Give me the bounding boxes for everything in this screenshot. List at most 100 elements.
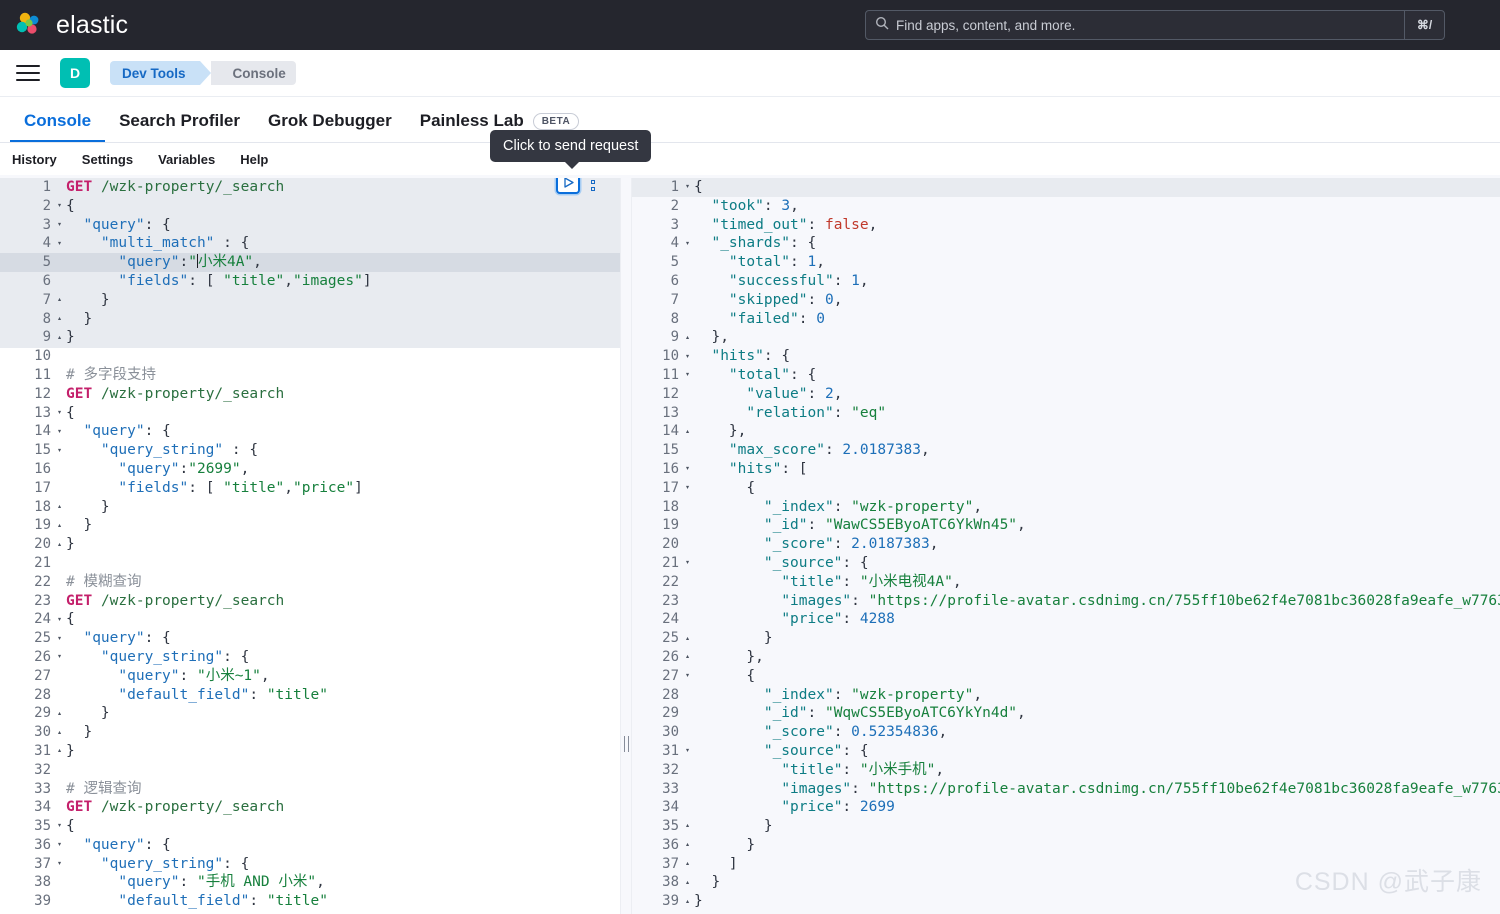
code-line[interactable]: 33 "images": "https://profile-avatar.csd…: [632, 780, 1500, 799]
code-line[interactable]: 10 "hits": {: [632, 347, 1500, 366]
fold-close-icon[interactable]: [685, 892, 690, 911]
code-line[interactable]: 35 }: [632, 817, 1500, 836]
code-line[interactable]: 22 # 模糊查询: [0, 573, 620, 592]
code-line[interactable]: 4 "_shards": {: [632, 234, 1500, 253]
code-line[interactable]: 39 "default_field": "title": [0, 892, 620, 911]
code-line[interactable]: 13 "relation": "eq": [632, 404, 1500, 423]
code-line[interactable]: 19 "_id": "WawCS5EByoATC6YkWn45",: [632, 516, 1500, 535]
fold-open-icon[interactable]: [685, 667, 690, 686]
code-line[interactable]: 2{: [0, 197, 620, 216]
fold-close-icon[interactable]: [57, 723, 62, 742]
request-code[interactable]: 1 GET /wzk-property/_search 2{3 "query": {…: [0, 178, 620, 911]
code-line[interactable]: 26 },: [632, 648, 1500, 667]
code-line[interactable]: 6 "successful": 1,: [632, 272, 1500, 291]
fold-open-icon[interactable]: [685, 742, 690, 761]
tab-grok-debugger[interactable]: Grok Debugger: [254, 111, 406, 142]
code-line[interactable]: 36 }: [632, 836, 1500, 855]
tab-search-profiler[interactable]: Search Profiler: [105, 111, 254, 142]
fold-close-icon[interactable]: [685, 422, 690, 441]
fold-close-icon[interactable]: [685, 817, 690, 836]
code-line[interactable]: 25 }: [632, 629, 1500, 648]
fold-open-icon[interactable]: [57, 817, 62, 836]
fold-open-icon[interactable]: [57, 404, 62, 423]
fold-open-icon[interactable]: [57, 216, 62, 235]
fold-open-icon[interactable]: [57, 836, 62, 855]
code-line[interactable]: 23 "images": "https://profile-avatar.csd…: [632, 592, 1500, 611]
fold-close-icon[interactable]: [57, 498, 62, 517]
code-line[interactable]: 17 "fields": [ "title","price"]: [0, 479, 620, 498]
code-line[interactable]: 1 GET /wzk-property/_search: [0, 178, 620, 197]
fold-open-icon[interactable]: [57, 234, 62, 253]
tab-console[interactable]: Console: [10, 111, 106, 142]
code-line[interactable]: 12 GET /wzk-property/_search: [0, 385, 620, 404]
code-line[interactable]: 8 }: [0, 310, 620, 329]
fold-open-icon[interactable]: [57, 629, 62, 648]
code-line[interactable]: 28 "default_field": "title": [0, 686, 620, 705]
code-line[interactable]: 10: [0, 347, 620, 366]
code-line[interactable]: 15 "max_score": 2.0187383,: [632, 441, 1500, 460]
code-line[interactable]: 37 "query_string": {: [0, 855, 620, 874]
fold-open-icon[interactable]: [685, 479, 690, 498]
fold-close-icon[interactable]: [57, 328, 62, 347]
code-line[interactable]: 25 "query": {: [0, 629, 620, 648]
breadcrumb-item-console[interactable]: Console: [210, 61, 296, 85]
code-line[interactable]: 6 "fields": [ "title","images"]: [0, 272, 620, 291]
fold-open-icon[interactable]: [685, 178, 690, 197]
code-line[interactable]: 35{: [0, 817, 620, 836]
fold-close-icon[interactable]: [57, 704, 62, 723]
fold-close-icon[interactable]: [685, 855, 690, 874]
fold-open-icon[interactable]: [57, 441, 62, 460]
fold-open-icon[interactable]: [57, 855, 62, 874]
code-line[interactable]: 29 }: [0, 704, 620, 723]
code-line[interactable]: 14 "query": {: [0, 422, 620, 441]
code-line[interactable]: 7 }: [0, 291, 620, 310]
code-line[interactable]: 15 "query_string" : {: [0, 441, 620, 460]
code-line[interactable]: 17 {: [632, 479, 1500, 498]
code-line[interactable]: 26 "query_string": {: [0, 648, 620, 667]
code-line[interactable]: 3 "timed_out": false,: [632, 216, 1500, 235]
fold-close-icon[interactable]: [685, 836, 690, 855]
space-avatar[interactable]: D: [60, 58, 90, 88]
code-line[interactable]: 31}: [0, 742, 620, 761]
code-line[interactable]: 20}: [0, 535, 620, 554]
fold-open-icon[interactable]: [57, 610, 62, 629]
code-line[interactable]: 36 "query": {: [0, 836, 620, 855]
fold-open-icon[interactable]: [57, 197, 62, 216]
breadcrumb-item-dev-tools[interactable]: Dev Tools: [110, 61, 210, 85]
code-line[interactable]: 16 "hits": [: [632, 460, 1500, 479]
fold-close-icon[interactable]: [685, 873, 690, 892]
code-line[interactable]: 27 {: [632, 667, 1500, 686]
code-line[interactable]: 11 "total": {: [632, 366, 1500, 385]
console-menu-help[interactable]: Help: [240, 152, 268, 167]
code-line[interactable]: 8 "failed": 0: [632, 310, 1500, 329]
code-line[interactable]: 19 }: [0, 516, 620, 535]
code-line[interactable]: 23 GET /wzk-property/_search: [0, 592, 620, 611]
code-line[interactable]: 18 "_index": "wzk-property",: [632, 498, 1500, 517]
fold-open-icon[interactable]: [685, 366, 690, 385]
fold-close-icon[interactable]: [685, 648, 690, 667]
console-menu-history[interactable]: History: [12, 152, 57, 167]
brand[interactable]: elastic: [14, 10, 128, 40]
code-line[interactable]: 9}: [0, 328, 620, 347]
code-line[interactable]: 28 "_index": "wzk-property",: [632, 686, 1500, 705]
code-line[interactable]: 30 }: [0, 723, 620, 742]
fold-open-icon[interactable]: [57, 422, 62, 441]
request-options-menu-button[interactable]: [589, 178, 597, 193]
send-request-button[interactable]: [556, 178, 580, 194]
fold-close-icon[interactable]: [57, 742, 62, 761]
code-line[interactable]: 7 "skipped": 0,: [632, 291, 1500, 310]
code-line[interactable]: 32: [0, 761, 620, 780]
search-input[interactable]: [896, 17, 1404, 33]
code-line[interactable]: 13{: [0, 404, 620, 423]
code-line[interactable]: 24{: [0, 610, 620, 629]
code-line[interactable]: 22 "title": "小米电视4A",: [632, 573, 1500, 592]
request-editor[interactable]: 1 GET /wzk-property/_search 2{3 "query": {…: [0, 178, 620, 914]
code-line[interactable]: 5 "total": 1,: [632, 253, 1500, 272]
code-line[interactable]: 5 "query":"小米4A",: [0, 253, 620, 272]
code-line[interactable]: 21: [0, 554, 620, 573]
fold-open-icon[interactable]: [685, 554, 690, 573]
response-editor[interactable]: 1{2 "took": 3,3 "timed_out": false,4 "_s…: [632, 178, 1500, 914]
fold-close-icon[interactable]: [57, 310, 62, 329]
code-line[interactable]: 16 "query":"2699",: [0, 460, 620, 479]
code-line[interactable]: 21 "_source": {: [632, 554, 1500, 573]
